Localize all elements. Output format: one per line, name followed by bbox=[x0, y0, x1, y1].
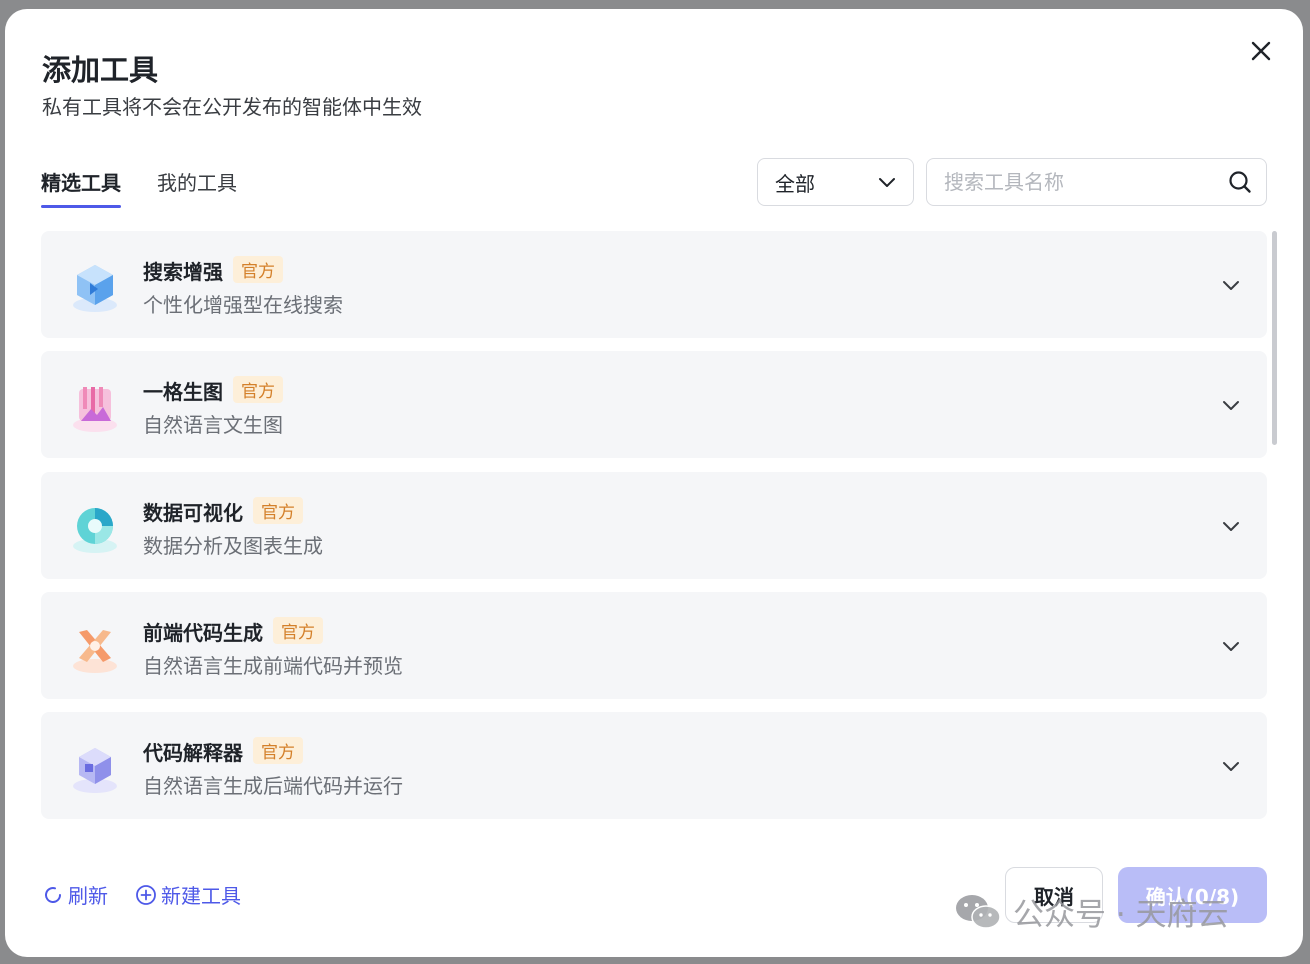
tool-card-code-interpreter[interactable]: 代码解释器 官方 自然语言生成后端代码并运行 bbox=[41, 712, 1267, 819]
code-x-icon bbox=[73, 630, 117, 673]
new-tool-button[interactable]: 新建工具 bbox=[135, 880, 241, 909]
refresh-label: 刷新 bbox=[68, 884, 108, 908]
tool-card-data-viz[interactable]: 数据可视化 官方 数据分析及图表生成 bbox=[41, 472, 1267, 579]
search-input[interactable] bbox=[944, 170, 1228, 194]
official-badge: 官方 bbox=[273, 617, 323, 644]
official-badge: 官方 bbox=[253, 497, 303, 524]
close-button[interactable] bbox=[1247, 37, 1275, 65]
dialog-title: 添加工具 bbox=[42, 53, 159, 87]
cube-search-icon bbox=[73, 265, 117, 312]
chart-ring-icon bbox=[73, 508, 117, 553]
chevron-down-icon[interactable] bbox=[1221, 516, 1241, 536]
tool-name: 一格生图 官方 bbox=[143, 376, 283, 405]
tab-bar: 精选工具 我的工具 bbox=[41, 167, 237, 208]
tool-description: 自然语言生成前端代码并预览 bbox=[143, 654, 403, 678]
chevron-down-icon[interactable] bbox=[1221, 395, 1241, 415]
tool-description: 数据分析及图表生成 bbox=[143, 534, 323, 558]
tool-description: 自然语言文生图 bbox=[143, 413, 283, 437]
new-tool-label: 新建工具 bbox=[161, 884, 241, 908]
tool-card-image-gen[interactable]: 一格生图 官方 自然语言文生图 bbox=[41, 351, 1267, 458]
chevron-down-icon[interactable] bbox=[1221, 636, 1241, 656]
search-icon[interactable] bbox=[1228, 170, 1252, 194]
search-box bbox=[926, 158, 1267, 206]
official-badge: 官方 bbox=[233, 256, 283, 283]
tool-description: 自然语言生成后端代码并运行 bbox=[143, 774, 403, 798]
refresh-icon bbox=[45, 886, 61, 903]
tab-my-tools[interactable]: 我的工具 bbox=[157, 167, 237, 206]
chevron-down-icon[interactable] bbox=[1221, 275, 1241, 295]
category-select-value: 全部 bbox=[775, 171, 815, 196]
dialog-subtitle: 私有工具将不会在公开发布的智能体中生效 bbox=[42, 95, 422, 119]
tool-card-search-enhance[interactable]: 搜索增强 官方 个性化增强型在线搜索 bbox=[41, 231, 1267, 338]
tool-name: 数据可视化 官方 bbox=[143, 497, 303, 526]
official-badge: 官方 bbox=[233, 376, 283, 403]
code-cube-icon bbox=[73, 748, 117, 793]
tool-description: 个性化增强型在线搜索 bbox=[143, 293, 343, 317]
refresh-button[interactable]: 刷新 bbox=[42, 880, 108, 909]
close-icon bbox=[1251, 41, 1271, 61]
category-select[interactable]: 全部 bbox=[757, 158, 914, 206]
chevron-down-icon bbox=[879, 178, 895, 187]
plus-circle-icon bbox=[136, 884, 156, 905]
chevron-down-icon[interactable] bbox=[1221, 756, 1241, 776]
tool-list: 搜索增强 官方 个性化增强型在线搜索 一格生图 官方 自然语言文生图 数据可视化… bbox=[41, 231, 1267, 821]
list-scrollbar[interactable] bbox=[1272, 231, 1277, 445]
tool-name: 代码解释器 官方 bbox=[143, 737, 303, 766]
watermark-text: 公众号 · 天府云 bbox=[1013, 897, 1229, 933]
image-gen-icon bbox=[73, 387, 117, 432]
tool-name: 前端代码生成 官方 bbox=[143, 617, 323, 646]
wechat-icon bbox=[956, 894, 1001, 929]
official-badge: 官方 bbox=[253, 737, 303, 764]
tool-name: 搜索增强 官方 bbox=[143, 256, 283, 285]
tab-featured-tools[interactable]: 精选工具 bbox=[41, 167, 121, 208]
watermark: 公众号 · 天府云 bbox=[953, 889, 1229, 934]
tool-card-frontend-code[interactable]: 前端代码生成 官方 自然语言生成前端代码并预览 bbox=[41, 592, 1267, 699]
add-tool-dialog: 添加工具 私有工具将不会在公开发布的智能体中生效 精选工具 我的工具 全部 搜索… bbox=[5, 9, 1303, 957]
